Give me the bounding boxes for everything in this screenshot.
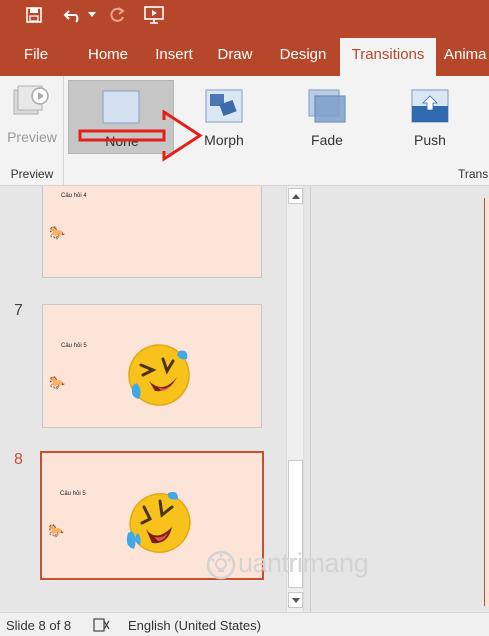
slide-number: 7 (14, 302, 23, 319)
scroll-down-button[interactable] (288, 592, 303, 608)
watermark: uantrimang (206, 548, 436, 584)
quick-access-toolbar (0, 0, 489, 34)
preview-group-label: Preview (10, 167, 54, 181)
slide-title: Câu hỏi 4 (61, 193, 87, 199)
scroll-up-button[interactable] (288, 188, 303, 204)
laughing-emoji-icon (128, 344, 190, 406)
arrow-down-icon (292, 598, 300, 603)
status-bar: Slide 8 of 8 English (United States) (0, 612, 489, 636)
preview-group: Preview Preview (0, 76, 64, 186)
present-from-start-icon[interactable] (140, 0, 168, 30)
push-transition-icon (411, 89, 449, 123)
slide-number-current: 8 (14, 451, 23, 468)
preview-button[interactable]: Preview (2, 80, 60, 152)
tab-transitions[interactable]: Transitions (340, 38, 436, 76)
language-indicator[interactable]: English (United States) (128, 618, 261, 633)
transition-fade[interactable]: Fade (277, 80, 377, 154)
annotation-arrow-icon (78, 110, 203, 162)
preview-icon (13, 85, 49, 115)
slide-title: Câu hỏi 5 (60, 491, 86, 497)
slide-thumbnail[interactable]: Câu hỏi 5 🐎 (42, 304, 262, 428)
ribbon: Preview Preview None Morph Fade Push Tra… (0, 76, 489, 186)
laughing-emoji-icon (126, 491, 191, 553)
slide-title: Câu hỏi 5 (61, 343, 87, 349)
horse-icon: 🐎 (49, 375, 66, 390)
notes-accessibility-icon[interactable] (93, 617, 111, 633)
horse-icon: 🐎 (48, 523, 65, 538)
tab-design[interactable]: Design (271, 34, 335, 76)
fade-transition-icon (308, 89, 346, 123)
watermark-logo-icon (206, 550, 236, 580)
preview-label: Preview (7, 129, 57, 145)
transition-push-label: Push (414, 132, 446, 148)
morph-transition-icon (205, 89, 243, 123)
watermark-text: uantrimang (238, 548, 369, 578)
transitions-group-label: Trans (458, 167, 489, 181)
ribbon-tabs: File Home Insert Draw Design Transitions… (0, 34, 489, 76)
slide-canvas[interactable] (484, 198, 489, 606)
transition-fade-label: Fade (311, 132, 343, 148)
tab-insert[interactable]: Insert (148, 34, 200, 76)
tab-file[interactable]: File (12, 34, 60, 76)
tab-animations[interactable]: Anima (444, 34, 489, 76)
transition-push[interactable]: Push (380, 80, 480, 154)
redo-icon[interactable] (104, 0, 130, 30)
horse-icon: 🐎 (49, 225, 66, 240)
tab-home[interactable]: Home (78, 34, 138, 76)
slide-thumbnail[interactable]: Câu hỏi 4 🐎 (42, 186, 262, 278)
slide-counter: Slide 8 of 8 (6, 618, 72, 633)
save-icon[interactable] (22, 0, 46, 30)
tab-draw[interactable]: Draw (210, 34, 260, 76)
undo-icon[interactable] (60, 0, 86, 30)
undo-dropdown-icon[interactable] (86, 0, 98, 30)
arrow-up-icon (292, 194, 300, 199)
